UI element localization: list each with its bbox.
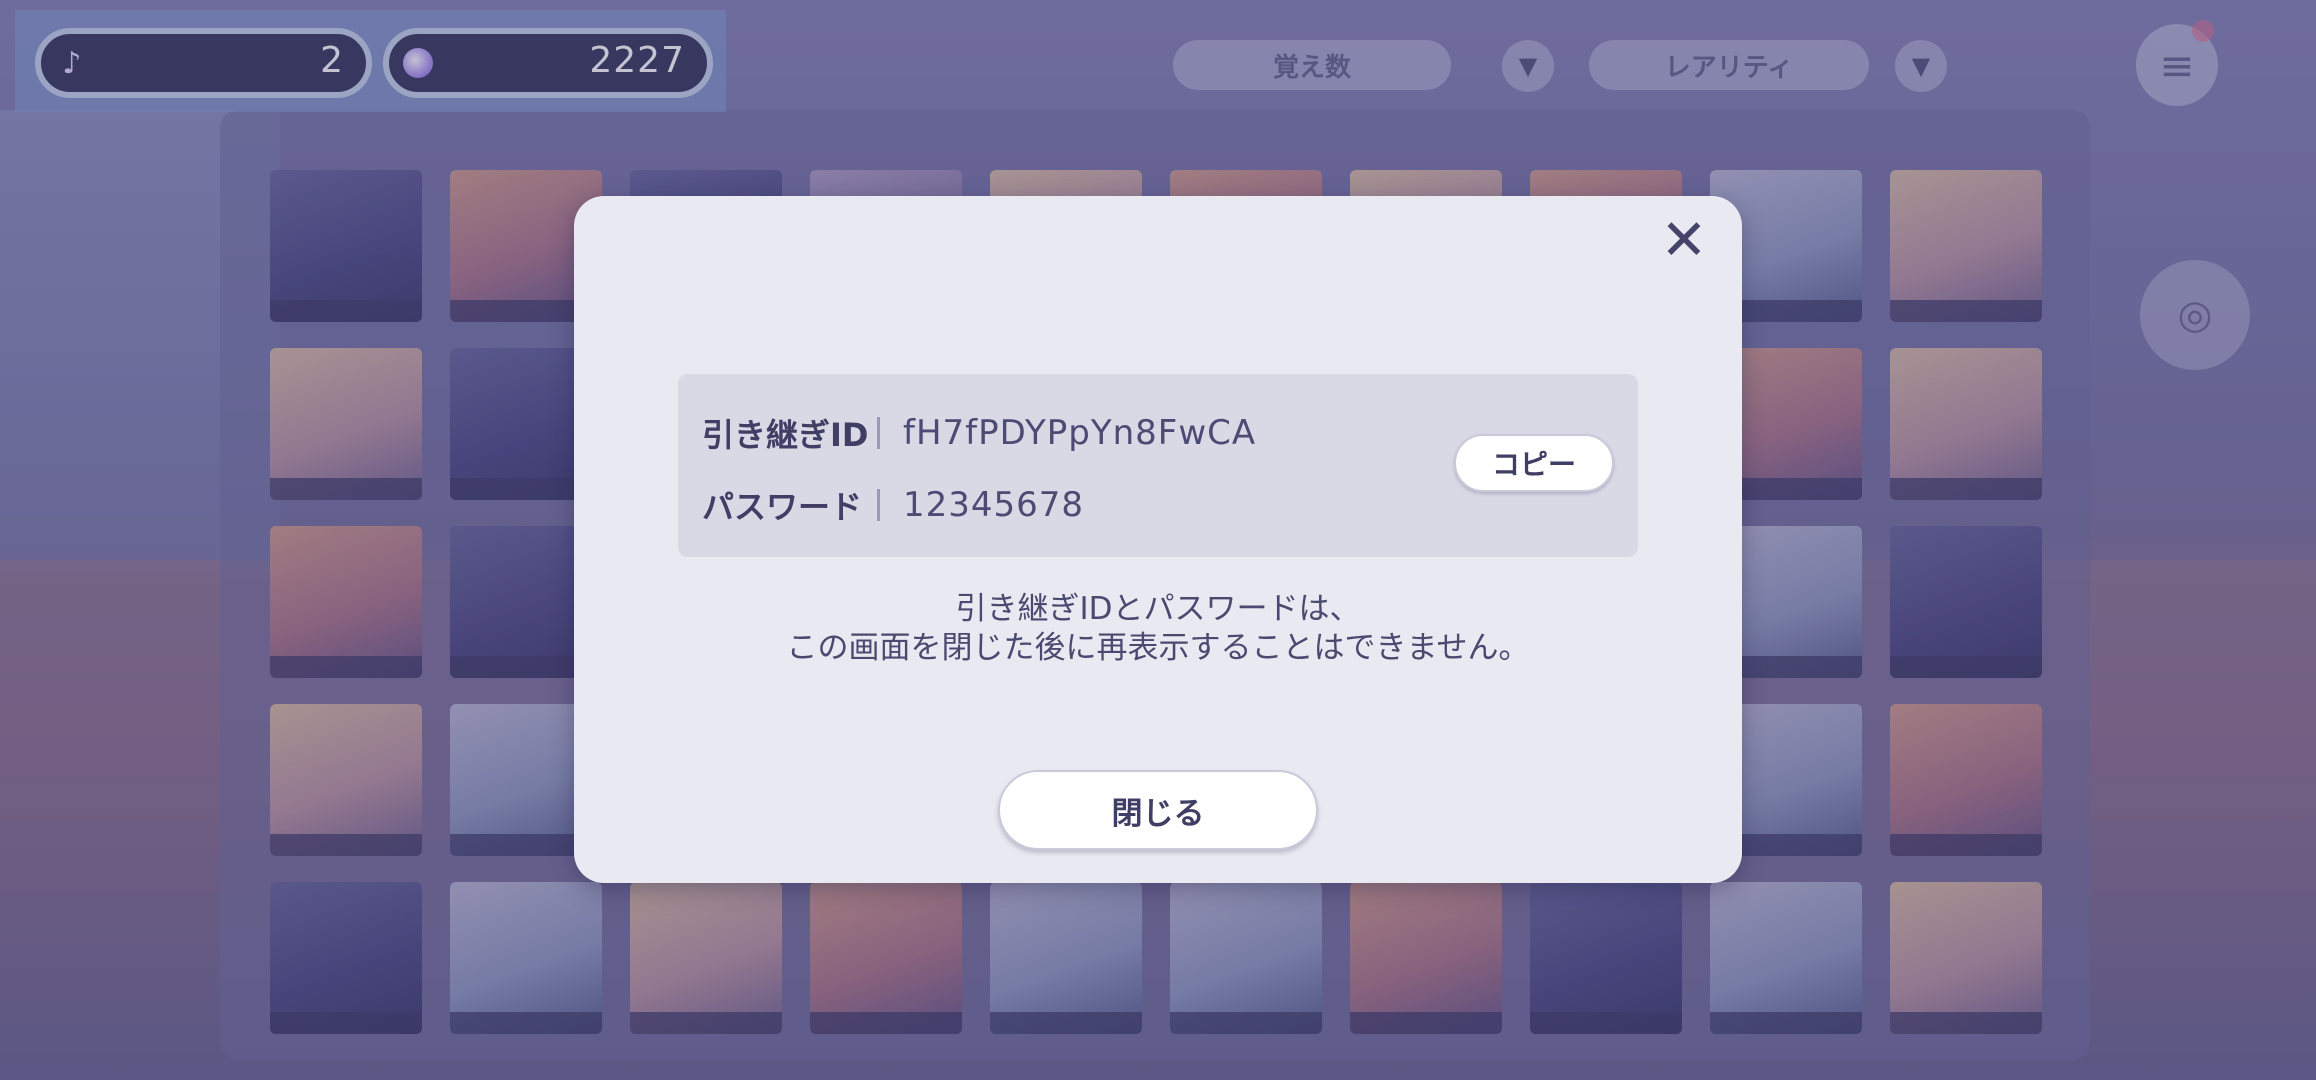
password-row: パスワード 12345678 xyxy=(702,480,1084,530)
transfer-info-box: 引き継ぎID fH7fPDYPpYn8FwCA パスワード 12345678 コ… xyxy=(678,374,1638,557)
notice-text: 引き継ぎIDとパスワードは、 この画面を閉じた後に再表示することはできません。 xyxy=(574,590,1742,668)
close-icon[interactable]: ✕ xyxy=(1654,208,1714,273)
transfer-id-value: fH7fPDYPpYn8FwCA xyxy=(903,413,1257,453)
notice-line-2: この画面を閉じた後に再表示することはできません。 xyxy=(786,630,1530,666)
notice-line-1: 引き継ぎIDとパスワードは、 xyxy=(955,591,1361,627)
transfer-id-row: 引き継ぎID fH7fPDYPpYn8FwCA xyxy=(702,408,1256,458)
copy-button[interactable]: コピー xyxy=(1454,434,1614,492)
close-button[interactable]: 閉じる xyxy=(998,770,1318,850)
transfer-id-label: 引き継ぎID xyxy=(702,416,869,454)
password-value: 12345678 xyxy=(903,485,1085,525)
divider xyxy=(877,489,880,521)
divider xyxy=(877,417,880,449)
password-label: パスワード xyxy=(702,488,863,526)
transfer-id-dialog: ✕ 引き継ぎID fH7fPDYPpYn8FwCA パスワード 12345678… xyxy=(574,196,1742,883)
